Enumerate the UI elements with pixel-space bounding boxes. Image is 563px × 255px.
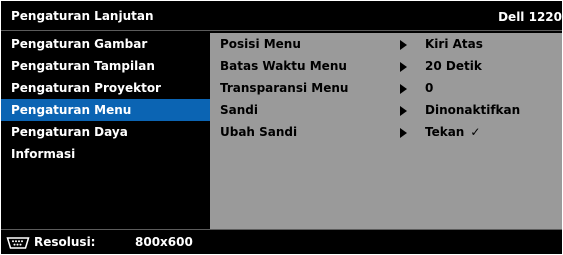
setting-row-sandi[interactable]: Sandi Dinonaktifkan [210,99,562,121]
settings-panel: Posisi Menu Kiri Atas Batas Waktu Menu 2… [210,33,562,229]
setting-value: Dinonaktifkan [425,103,521,117]
menu-title: Pengaturan Lanjutan [11,9,154,23]
menu-sidebar: Pengaturan Gambar Pengaturan Tampilan Pe… [1,33,210,229]
arrow-right-icon [400,62,407,72]
arrow-right-icon [400,128,407,138]
setting-value: Kiri Atas [425,37,483,51]
sidebar-item-pengaturan-gambar[interactable]: Pengaturan Gambar [1,33,210,55]
resolution-label: Resolusi: [34,235,96,249]
sidebar-item-informasi[interactable]: Informasi [1,143,210,165]
setting-value-text: Tekan [425,125,465,139]
arrow-right-icon [400,106,407,116]
setting-row-posisi-menu[interactable]: Posisi Menu Kiri Atas [210,33,562,55]
sidebar-item-pengaturan-tampilan[interactable]: Pengaturan Tampilan [1,55,210,77]
setting-label: Ubah Sandi [220,125,298,139]
setting-label: Posisi Menu [220,37,301,51]
osd-menu: Pengaturan Lanjutan Dell 1220 Pengaturan… [1,1,562,254]
sidebar-item-pengaturan-proyektor[interactable]: Pengaturan Proyektor [1,77,210,99]
check-mark-icon: ✓ [470,125,481,139]
setting-row-batas-waktu-menu[interactable]: Batas Waktu Menu 20 Detik [210,55,562,77]
arrow-right-icon [400,40,407,50]
setting-label: Batas Waktu Menu [220,59,347,73]
arrow-right-icon [400,84,407,94]
projector-model: Dell 1220 [498,10,562,24]
setting-row-transparansi-menu[interactable]: Transparansi Menu 0 [210,77,562,99]
resolution-value: 800x600 [135,235,193,249]
vga-connector-icon [6,237,30,249]
status-bar: Resolusi: 800x600 [1,229,562,254]
sidebar-item-pengaturan-menu[interactable]: Pengaturan Menu [1,99,210,121]
setting-value: Tekan ✓ [425,121,480,143]
sidebar-item-pengaturan-daya[interactable]: Pengaturan Daya [1,121,210,143]
setting-row-ubah-sandi[interactable]: Ubah Sandi Tekan ✓ [210,121,562,143]
setting-label: Sandi [220,103,258,117]
setting-value: 20 Detik [425,59,482,73]
setting-value: 0 [425,81,434,95]
osd-header: Pengaturan Lanjutan Dell 1220 [1,1,562,31]
setting-label: Transparansi Menu [220,81,349,95]
